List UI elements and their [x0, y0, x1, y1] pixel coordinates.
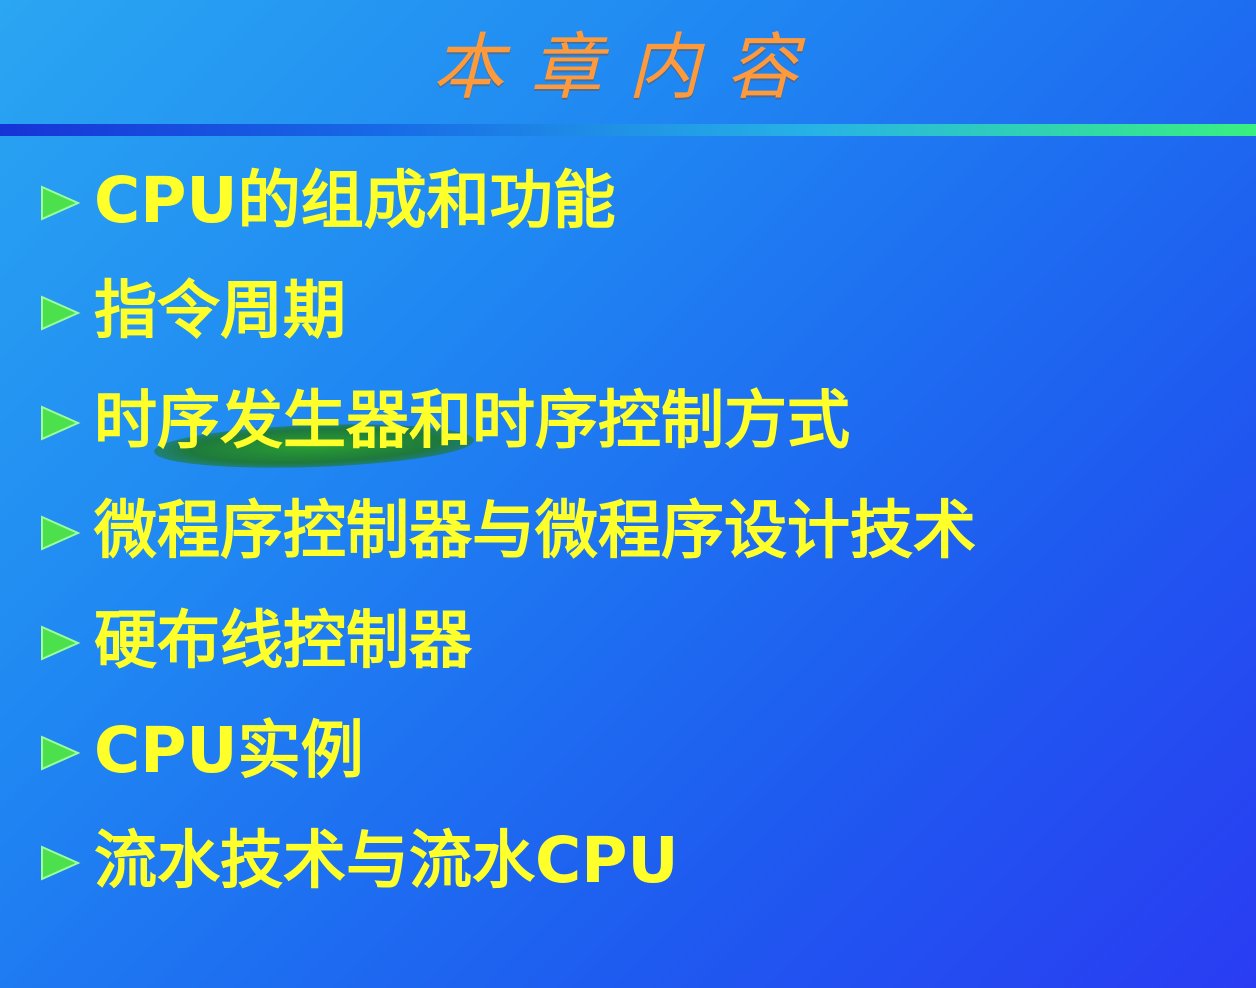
slide: 本章内容 CPU的组成和功能 指令周期 时序发生器和时序控制方式 微程序控制器与… — [0, 0, 1256, 988]
list-item: 微程序控制器与微程序设计技术 — [36, 475, 1236, 585]
arrowhead-bullet-icon — [41, 845, 81, 881]
list-item-text: 指令周期 — [94, 273, 346, 347]
list-item-text: 微程序控制器与微程序设计技术 — [94, 493, 976, 567]
list-item: CPU的组成和功能 — [36, 145, 1236, 255]
list-item: 时序发生器和时序控制方式 — [36, 365, 1236, 475]
list-item-text: 流水技术与流水CPU — [94, 823, 679, 897]
list-item: 流水技术与流水CPU — [36, 805, 1236, 915]
list-item: CPU实例 — [36, 695, 1236, 805]
arrowhead-bullet-icon — [41, 625, 81, 661]
slide-title: 本章内容 — [431, 24, 824, 109]
arrowhead-bullet-icon — [41, 185, 81, 221]
arrowhead-bullet-icon — [41, 405, 81, 441]
list-item-text: 时序发生器和时序控制方式 — [94, 383, 850, 457]
arrowhead-bullet-icon — [41, 735, 81, 771]
arrowhead-bullet-icon — [41, 295, 81, 331]
list-item-text: 硬布线控制器 — [94, 603, 472, 677]
content-list: CPU的组成和功能 指令周期 时序发生器和时序控制方式 微程序控制器与微程序设计… — [36, 145, 1236, 915]
title-divider — [0, 124, 1256, 136]
list-item-text: CPU的组成和功能 — [94, 163, 616, 237]
list-item: 指令周期 — [36, 255, 1236, 365]
list-item-text: CPU实例 — [94, 713, 364, 787]
arrowhead-bullet-icon — [41, 515, 81, 551]
list-item: 硬布线控制器 — [36, 585, 1236, 695]
